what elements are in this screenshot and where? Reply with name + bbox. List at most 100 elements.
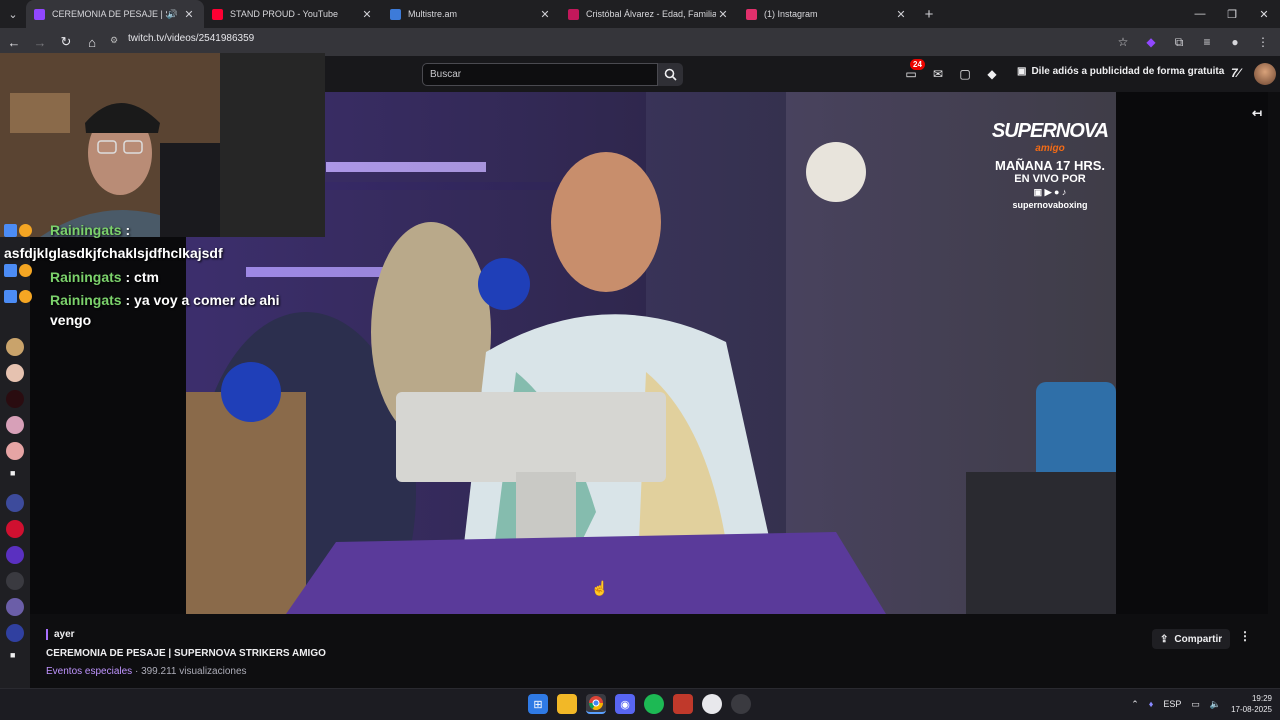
restore-button[interactable]: ❐ bbox=[1216, 0, 1248, 28]
url-field[interactable]: twitch.tv/videos/2541986359 bbox=[128, 33, 254, 44]
expand-chat-icon[interactable]: ↤ bbox=[1252, 106, 1262, 120]
search-input[interactable]: Buscar bbox=[422, 63, 658, 86]
channel-avatar[interactable] bbox=[6, 572, 24, 590]
obs-icon[interactable] bbox=[702, 694, 722, 714]
tab-close-icon[interactable]: ✕ bbox=[360, 8, 374, 21]
tab-close-icon[interactable]: ✕ bbox=[538, 8, 552, 21]
channel-avatar[interactable] bbox=[6, 624, 24, 642]
twitch-turbo-logo-icon[interactable]: 7⁄ bbox=[1231, 66, 1240, 80]
chat-message: Rainingats : bbox=[0, 224, 300, 242]
overlay-schedule: MAÑANA 17 HRS. bbox=[994, 158, 1106, 173]
system-clock[interactable]: 19:29 17-08-2025 bbox=[1231, 693, 1272, 715]
app-icon[interactable] bbox=[731, 694, 751, 714]
extensions-icon[interactable]: ⧉ bbox=[1168, 30, 1190, 54]
reading-list-icon[interactable]: ≡ bbox=[1196, 30, 1218, 54]
instagram-icon bbox=[746, 8, 757, 20]
chat-badge-icon bbox=[4, 290, 17, 303]
search-icon bbox=[664, 68, 677, 81]
new-tab-button[interactable]: + bbox=[916, 6, 942, 23]
chat-message: Rainingats : ya voy a comer de ahi vengo bbox=[0, 290, 300, 330]
browser-tab-4[interactable]: Cristóbal Álvarez - Edad, Familia ✕ bbox=[560, 0, 738, 28]
whispers-icon[interactable]: ▢ bbox=[956, 64, 974, 84]
more-options-icon[interactable]: ⋮ bbox=[1238, 629, 1252, 649]
windows-start-icon[interactable]: ⊞ bbox=[528, 694, 548, 714]
browser-tab-3[interactable]: Multistre.am ✕ bbox=[382, 0, 560, 28]
video-subinfo: Eventos especiales · 399.211 visualizaci… bbox=[46, 666, 247, 677]
channel-avatar[interactable] bbox=[6, 338, 24, 356]
speaker-icon[interactable]: 🔊 bbox=[167, 9, 178, 20]
browser-tab-1[interactable]: CEREMONIA DE PESAJE | SUPERNOVA 🔊 ✕ bbox=[26, 0, 204, 28]
chat-overlay: Rainingats : asfdjklglasdkjfchaklsjdfhcl… bbox=[0, 224, 300, 330]
chat-badge-icon bbox=[4, 224, 17, 237]
discord-icon[interactable]: ◉ bbox=[615, 694, 635, 714]
extension-twitch-icon[interactable]: ◆ bbox=[1140, 30, 1162, 54]
search-button[interactable] bbox=[658, 63, 683, 86]
clock-date: 17-08-2025 bbox=[1231, 705, 1272, 714]
webcam-overlay bbox=[0, 53, 325, 237]
browser-tab-2[interactable]: STAND PROUD - YouTube ✕ bbox=[204, 0, 382, 28]
twitch-icon bbox=[34, 8, 45, 20]
channel-avatar[interactable] bbox=[6, 364, 24, 382]
video-camera-icon: ■ bbox=[10, 468, 16, 478]
share-button[interactable]: ⇪ Compartir bbox=[1152, 629, 1231, 649]
chat-badge-icon bbox=[19, 264, 32, 277]
home-button[interactable]: ⌂ bbox=[80, 30, 104, 54]
close-window-button[interactable]: ✕ bbox=[1248, 0, 1280, 28]
profile-icon[interactable]: ● bbox=[1224, 30, 1246, 54]
overlay-brand: SUPERNOVA bbox=[991, 120, 1109, 142]
view-count: 399.211 visualizaciones bbox=[141, 666, 247, 677]
tray-chevron-icon[interactable]: ⌃ bbox=[1131, 699, 1139, 710]
webcam-frame bbox=[0, 53, 325, 237]
network-icon[interactable]: ▭ bbox=[1191, 699, 1200, 710]
chat-badge-icon bbox=[19, 224, 32, 237]
channel-avatar[interactable] bbox=[6, 546, 24, 564]
mouse-cursor-icon: ☝ bbox=[591, 580, 609, 596]
category-link[interactable]: Eventos especiales bbox=[46, 666, 132, 677]
tab-search-icon[interactable]: ⌄ bbox=[0, 0, 26, 28]
chat-username[interactable]: Rainingats bbox=[50, 292, 122, 308]
spotify-icon[interactable] bbox=[644, 694, 664, 714]
channel-avatar[interactable] bbox=[6, 416, 24, 434]
volume-icon[interactable]: 🔈 bbox=[1210, 699, 1221, 710]
language-indicator[interactable]: ESP bbox=[1163, 699, 1181, 709]
tab-close-icon[interactable]: ✕ bbox=[182, 8, 196, 21]
tab-title: Multistre.am bbox=[408, 9, 458, 19]
channel-avatar[interactable] bbox=[6, 442, 24, 460]
user-avatar[interactable] bbox=[1254, 63, 1276, 85]
bookmark-star-icon[interactable]: ☆ bbox=[1112, 30, 1134, 54]
browser-menu-icon[interactable]: ⋮ bbox=[1252, 30, 1274, 54]
minimize-button[interactable]: — bbox=[1184, 0, 1216, 28]
mic-icon[interactable]: ♦ bbox=[1149, 699, 1154, 709]
back-button[interactable]: ← bbox=[2, 30, 26, 54]
tab-close-icon[interactable]: ✕ bbox=[716, 8, 730, 21]
notifications-icon[interactable]: ▭ 24 bbox=[902, 59, 925, 84]
inbox-icon[interactable]: ✉ bbox=[929, 64, 947, 84]
video-camera-icon: ■ bbox=[10, 650, 16, 660]
notification-count-badge: 24 bbox=[910, 59, 925, 70]
video-title: CEREMONIA DE PESAJE | SUPERNOVA STRIKERS… bbox=[46, 648, 326, 659]
ad-free-promo[interactable]: ▣ Dile adiós a publicidad de forma gratu… bbox=[1017, 66, 1224, 77]
browser-tab-5[interactable]: (1) Instagram ✕ bbox=[738, 0, 916, 28]
chat-username[interactable]: Rainingats bbox=[50, 264, 122, 290]
channel-avatar[interactable] bbox=[6, 390, 24, 408]
overlay-live-on: EN VIVO POR bbox=[1014, 173, 1086, 185]
chat-username[interactable]: Rainingats bbox=[50, 224, 122, 237]
app-icon[interactable] bbox=[673, 694, 693, 714]
channel-avatar[interactable] bbox=[6, 598, 24, 616]
tab-close-icon[interactable]: ✕ bbox=[894, 8, 908, 21]
site-info-icon[interactable]: ⚙ bbox=[110, 35, 118, 46]
channel-avatar[interactable] bbox=[6, 494, 24, 512]
share-label: Compartir bbox=[1174, 633, 1223, 645]
forward-button[interactable]: → bbox=[28, 30, 52, 54]
windows-taskbar: ⊞ ◉ ⌃ ♦ ESP ▭ 🔈 19:29 17-08-2025 bbox=[0, 688, 1280, 720]
promo-label: Dile adiós a publicidad de forma gratuit… bbox=[1031, 66, 1225, 77]
clock-time: 19:29 bbox=[1251, 694, 1272, 703]
channel-avatar[interactable] bbox=[6, 520, 24, 538]
bits-icon[interactable]: ◆ bbox=[983, 64, 1001, 84]
video-date: ayer bbox=[46, 629, 75, 640]
video-info-bar: ayer CEREMONIA DE PESAJE | SUPERNOVA STR… bbox=[30, 614, 1280, 690]
chrome-icon[interactable] bbox=[586, 694, 606, 714]
tab-title: (1) Instagram bbox=[764, 9, 818, 19]
reload-button[interactable]: ↻ bbox=[54, 30, 78, 54]
file-explorer-icon[interactable] bbox=[557, 694, 577, 714]
